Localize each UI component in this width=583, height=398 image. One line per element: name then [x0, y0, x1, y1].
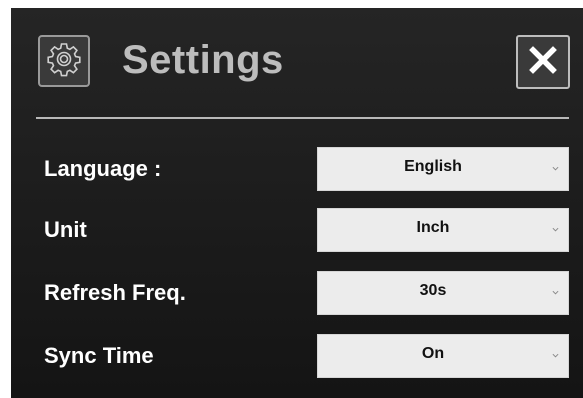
close-icon [528, 45, 558, 80]
sync-time-select[interactable]: On [317, 334, 569, 378]
refresh-freq-label: Refresh Freq. [44, 280, 186, 305]
close-button[interactable] [516, 35, 570, 89]
header-divider [36, 117, 569, 119]
language-select[interactable]: English [317, 147, 569, 191]
chevron-down-icon [552, 166, 559, 171]
refresh-freq-select[interactable]: 30s [317, 271, 569, 315]
language-label: Language : [44, 156, 162, 181]
chevron-down-icon [552, 353, 559, 358]
setting-row-refresh-freq: Refresh Freq. 30s [11, 271, 583, 315]
setting-row-language: Language : English [11, 147, 583, 191]
settings-dialog: Settings Language : English Unit Inch Re… [11, 8, 583, 398]
dialog-title: Settings [122, 38, 284, 82]
setting-row-sync-time: Sync Time On [11, 334, 583, 378]
gear-icon [46, 41, 82, 82]
unit-value: Inch [416, 219, 450, 236]
chevron-down-icon [552, 227, 559, 232]
refresh-freq-value: 30s [419, 282, 447, 299]
unit-label: Unit [44, 217, 87, 242]
dialog-header: Settings [11, 8, 583, 118]
unit-select[interactable]: Inch [317, 208, 569, 252]
language-value: English [404, 158, 462, 175]
chevron-down-icon [552, 290, 559, 295]
settings-icon-box [38, 35, 90, 87]
sync-time-label: Sync Time [44, 343, 154, 368]
sync-time-value: On [421, 345, 445, 362]
setting-row-unit: Unit Inch [11, 208, 583, 252]
